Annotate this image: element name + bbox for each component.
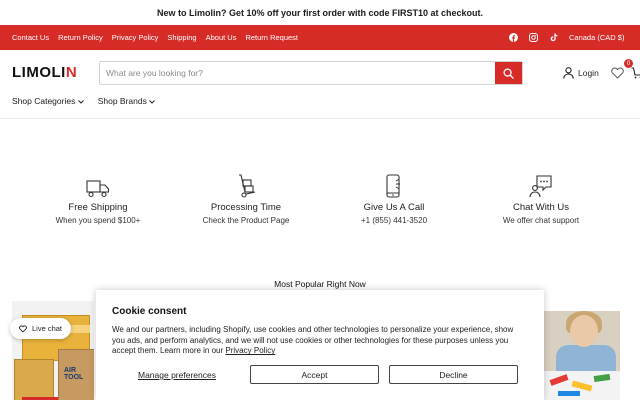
link-return-request[interactable]: Return Request (245, 33, 298, 42)
link-shipping[interactable]: Shipping (167, 33, 196, 42)
instagram-icon[interactable] (528, 32, 539, 43)
chevron-down-icon (149, 100, 156, 104)
product-box-graphic (14, 359, 54, 400)
truck-icon (86, 180, 110, 198)
chat-icon (19, 324, 27, 332)
link-about-us[interactable]: About Us (206, 33, 237, 42)
accept-button[interactable]: Accept (250, 365, 379, 384)
nav-shop-brands[interactable]: Shop Brands (98, 96, 156, 106)
decline-button[interactable]: Decline (389, 365, 518, 384)
feature-give-us-a-call: Give Us A Call +1 (855) 441-3520 (319, 172, 469, 225)
cookie-body-text: We and our partners, including Shopify, … (112, 325, 514, 356)
feature-title: Give Us A Call (363, 202, 425, 213)
login-link[interactable]: Login (563, 67, 599, 79)
cookie-actions: Manage preferences Accept Decline (112, 365, 518, 385)
feature-title: Chat With Us (513, 202, 569, 213)
user-icon (563, 67, 574, 79)
photo-shape (570, 315, 598, 347)
phone-icon (386, 174, 400, 198)
nav-shop-brands-label: Shop Brands (97, 96, 147, 106)
site-header: LIMOLIN Login 0 (0, 50, 640, 95)
product-card-image[interactable] (544, 311, 620, 400)
privacy-policy-link[interactable]: Privacy Policy (225, 346, 275, 355)
hand-truck-icon (239, 174, 256, 198)
link-privacy-policy[interactable]: Privacy Policy (112, 33, 159, 42)
cart-icon (631, 67, 640, 79)
live-chat-label: Live chat (32, 324, 63, 333)
link-return-policy[interactable]: Return Policy (58, 33, 103, 42)
announcement-bar: New to Limolin? Get 10% off your first o… (0, 0, 640, 25)
currency-selector[interactable]: Canada (CAD $) (569, 33, 624, 42)
search-bar (99, 61, 523, 85)
logo-text: LIMOLIN (12, 64, 78, 81)
manage-preferences-link[interactable]: Manage preferences (138, 370, 216, 380)
wishlist-button[interactable] (611, 66, 624, 84)
product-box-label: AIR TOOL (64, 367, 84, 381)
tiktok-icon[interactable] (548, 32, 559, 43)
cookie-title: Cookie consent (112, 306, 187, 317)
logo-accent-letter: N (65, 64, 78, 81)
header-divider (0, 118, 640, 119)
nav-shop-categories[interactable]: Shop Categories (12, 96, 84, 106)
cookie-body: We and our partners, including Shopify, … (112, 325, 528, 357)
product-card-image[interactable]: AIR TOOL (12, 301, 94, 400)
photo-shape (558, 391, 580, 396)
feature-subtitle: +1 (855) 441-3520 (360, 216, 428, 225)
live-chat-button[interactable]: Live chat (10, 318, 72, 339)
feature-free-shipping: Free Shipping When you spend $100+ (23, 172, 173, 225)
feature-title: Processing Time (210, 202, 282, 213)
search-button[interactable] (495, 62, 522, 84)
section-heading: Most Popular Right Now (274, 279, 366, 289)
facebook-icon[interactable] (508, 32, 519, 43)
features-row: Free Shipping When you spend $100+ Proce… (0, 172, 640, 232)
limolin-logo[interactable]: LIMOLIN (12, 64, 77, 81)
chevron-down-icon (77, 100, 84, 104)
nav-shop-categories-label: Shop Categories (12, 96, 76, 106)
search-icon (503, 67, 514, 79)
search-input[interactable] (100, 62, 495, 84)
feature-processing-time: Processing Time Check the Product Page (171, 172, 321, 225)
feature-chat-with-us: Chat With Us We offer chat support (466, 172, 616, 225)
feature-subtitle: When you spend $100+ (55, 216, 141, 225)
feature-subtitle: We offer chat support (502, 216, 580, 225)
main-nav: Shop Categories Shop Brands (12, 96, 156, 106)
cart-button[interactable] (631, 66, 640, 84)
link-contact-us[interactable]: Contact Us (12, 33, 49, 42)
feature-title: Free Shipping (68, 202, 128, 213)
top-links-bar: Contact Us Return Policy Privacy Policy … (0, 25, 640, 50)
chat-bubble-icon (529, 175, 552, 198)
login-label: Login (578, 68, 599, 78)
heart-icon (611, 67, 624, 79)
feature-subtitle: Check the Product Page (202, 216, 290, 225)
cookie-consent-dialog: Cookie consent We and our partners, incl… (96, 290, 544, 400)
